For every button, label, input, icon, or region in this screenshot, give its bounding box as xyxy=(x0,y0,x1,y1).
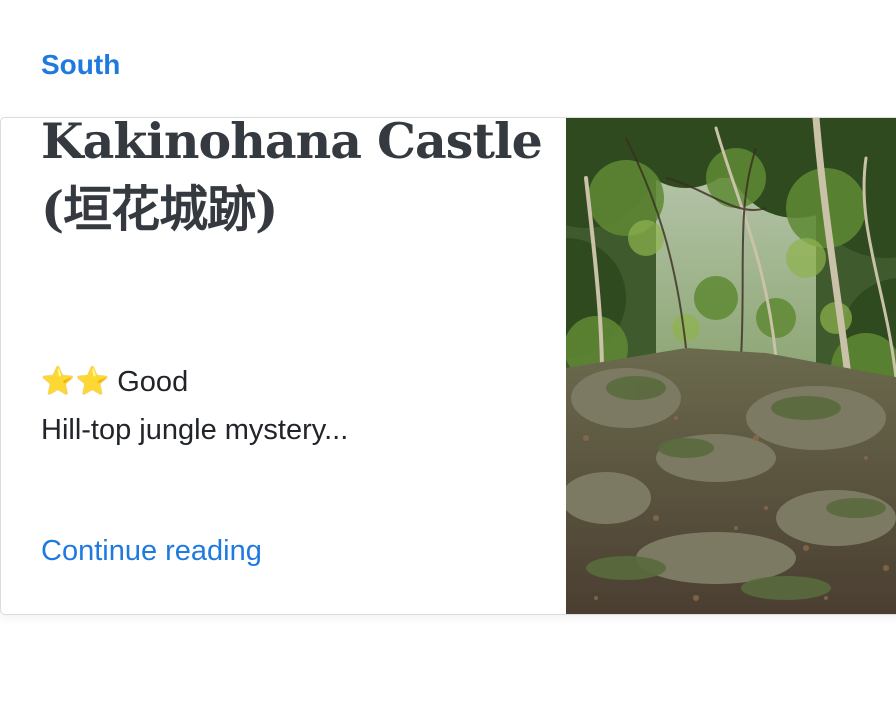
photo-jungle-ruins-icon xyxy=(566,118,896,614)
post-excerpt: Hill-top jungle mystery... xyxy=(41,414,349,446)
star-rating-icon: ⭐⭐ xyxy=(41,366,111,397)
category-link[interactable]: South xyxy=(41,48,120,82)
card-image[interactable] xyxy=(566,118,896,614)
post-title[interactable]: Kakinohana Castle (垣花城跡) xyxy=(41,107,551,243)
rating-label: Good xyxy=(117,366,189,398)
rating: ⭐⭐ Good xyxy=(41,365,188,399)
continue-reading-link[interactable]: Continue reading xyxy=(41,534,262,568)
